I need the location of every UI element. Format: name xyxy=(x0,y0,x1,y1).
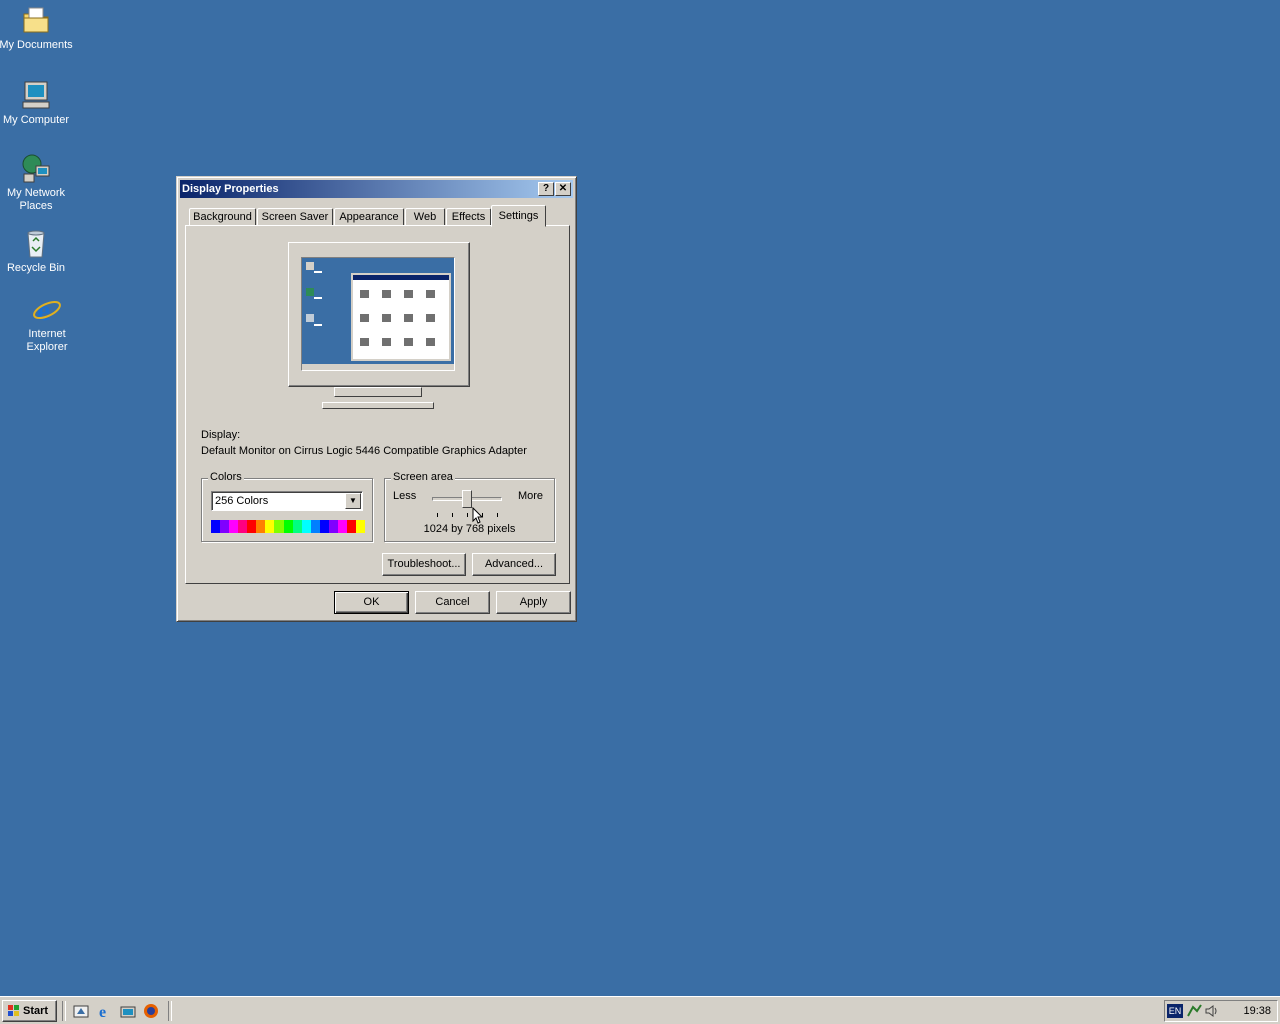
display-label: Display: xyxy=(201,429,241,441)
desktop-icon-label: Recycle Bin xyxy=(6,262,66,274)
palette-swatch xyxy=(356,520,366,533)
svg-text:e: e xyxy=(99,1004,106,1019)
palette-swatch xyxy=(265,520,275,533)
slider-tick xyxy=(467,513,468,517)
palette-swatch xyxy=(337,520,347,533)
show-desktop-icon[interactable] xyxy=(73,1003,89,1019)
color-palette-bar xyxy=(211,520,366,533)
colors-group: Colors 256 Colors ▼ xyxy=(201,471,373,542)
palette-swatch xyxy=(283,520,293,533)
network-status-icon[interactable] xyxy=(1186,1003,1202,1019)
apply-button[interactable]: Apply xyxy=(496,591,571,614)
palette-swatch xyxy=(328,520,338,533)
preview-desktop-image xyxy=(302,262,454,370)
desktop-icon-label: My Network Places xyxy=(6,187,66,212)
palette-swatch xyxy=(301,520,311,533)
desktop-icon-label: Internet Explorer xyxy=(26,328,68,353)
dialog-title: Display Properties xyxy=(182,183,279,195)
monitor-base xyxy=(322,402,434,409)
tab-web[interactable]: Web xyxy=(405,208,445,226)
palette-swatch xyxy=(229,520,239,533)
desktop-icon-recycle-bin[interactable]: Recycle Bin xyxy=(0,227,73,275)
slider-tick xyxy=(452,513,453,517)
tab-appearance[interactable]: Appearance xyxy=(334,208,404,226)
help-icon: ? xyxy=(542,183,550,194)
palette-swatch xyxy=(319,520,329,533)
tab-settings[interactable]: Settings xyxy=(491,205,546,227)
display-adapter-name: Default Monitor on Cirrus Logic 5446 Com… xyxy=(201,445,527,457)
svg-text:e: e xyxy=(37,294,50,325)
dropdown-arrow-button[interactable]: ▼ xyxy=(345,493,361,509)
palette-swatch xyxy=(220,520,230,533)
colors-group-title: Colors xyxy=(208,471,244,483)
desktop-icon-my-documents[interactable]: My Documents xyxy=(0,4,73,52)
volume-icon[interactable] xyxy=(1204,1003,1220,1019)
colors-dropdown-value: 256 Colors xyxy=(215,495,269,507)
palette-swatch xyxy=(310,520,320,533)
network-places-icon xyxy=(20,152,52,184)
palette-swatch xyxy=(346,520,356,533)
tab-background[interactable]: Background xyxy=(189,208,256,226)
internet-explorer-icon: e xyxy=(31,293,63,327)
resolution-text: 1024 by 768 pixels xyxy=(423,523,516,535)
recycle-bin-icon xyxy=(20,227,52,259)
slider-tick xyxy=(497,513,498,517)
taskbar: Start e EN 19:38 xyxy=(0,996,1280,1024)
internet-explorer-icon[interactable]: e xyxy=(97,1003,113,1021)
firefox-icon[interactable] xyxy=(143,1003,159,1019)
start-button[interactable]: Start xyxy=(2,1000,57,1022)
close-button[interactable]: ✕ xyxy=(555,182,571,196)
computer-icon xyxy=(20,79,52,111)
taskbar-separator xyxy=(62,1001,66,1021)
close-icon: ✕ xyxy=(558,183,568,194)
windows-logo-icon xyxy=(8,1005,19,1016)
monitor-stand xyxy=(334,387,422,397)
desktop-icon-my-computer[interactable]: My Computer xyxy=(0,79,73,127)
palette-swatch xyxy=(247,520,257,533)
clock[interactable]: 19:38 xyxy=(1243,1005,1271,1017)
colors-dropdown[interactable]: 256 Colors ▼ xyxy=(211,491,363,511)
resolution-slider-thumb[interactable] xyxy=(462,490,472,508)
settings-tab-panel: Display: Default Monitor on Cirrus Logic… xyxy=(185,225,570,584)
advanced-button[interactable]: Advanced... xyxy=(472,553,556,576)
screen-area-group-title: Screen area xyxy=(391,471,455,483)
screen-area-group: Screen area Less More 1024 by 768 pixels xyxy=(384,471,555,542)
slider-tick xyxy=(437,513,438,517)
palette-swatch xyxy=(274,520,284,533)
ok-button[interactable]: OK xyxy=(334,591,409,614)
desktop-icon-label: My Computer xyxy=(2,114,70,126)
palette-swatch xyxy=(211,520,221,533)
slider-more-label: More xyxy=(517,490,543,502)
palette-swatch xyxy=(256,520,266,533)
launch-icon[interactable] xyxy=(120,1003,136,1019)
folder-documents-icon xyxy=(20,4,52,36)
mouse-cursor-icon xyxy=(472,507,484,524)
taskbar-separator xyxy=(168,1001,172,1021)
start-label: Start xyxy=(23,1005,49,1017)
tab-effects[interactable]: Effects xyxy=(446,208,491,226)
title-bar[interactable]: Display Properties ? ✕ xyxy=(180,180,573,198)
slider-less-label: Less xyxy=(393,490,417,502)
chevron-down-icon: ▼ xyxy=(349,496,357,505)
palette-swatch xyxy=(238,520,248,533)
palette-swatch xyxy=(292,520,302,533)
monitor-preview xyxy=(288,242,470,387)
display-properties-dialog: Display Properties ? ✕ Background Screen… xyxy=(176,176,577,622)
desktop-icon-internet-explorer[interactable]: e Internet Explorer xyxy=(10,293,84,354)
cancel-button[interactable]: Cancel xyxy=(415,591,490,614)
tab-screen-saver[interactable]: Screen Saver xyxy=(257,208,333,226)
help-button[interactable]: ? xyxy=(538,182,554,196)
language-indicator[interactable]: EN xyxy=(1167,1004,1183,1018)
desktop-icon-my-network-places[interactable]: My Network Places xyxy=(0,152,73,213)
system-tray: EN 19:38 xyxy=(1164,1000,1278,1022)
troubleshoot-button[interactable]: Troubleshoot... xyxy=(382,553,466,576)
monitor-preview-screen xyxy=(301,257,455,371)
desktop-icon-label: My Documents xyxy=(0,39,73,51)
